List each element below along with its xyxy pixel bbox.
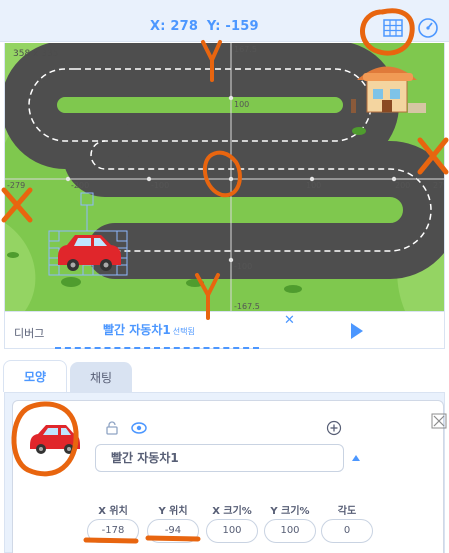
close-icon[interactable]: ✕ xyxy=(284,313,295,328)
debug-sprite-name: 빨간 자동차1 선택됨 xyxy=(103,323,195,337)
debug-sprite-tab[interactable]: 빨간 자동차1 선택됨 ✕ xyxy=(55,312,295,349)
stage-topbar: X: 278 Y: -159 xyxy=(0,0,449,42)
axis-label-x-200: 200 xyxy=(395,181,411,190)
axis-label-x-right: 279 xyxy=(433,181,444,190)
play-icon[interactable] xyxy=(351,323,363,339)
axis-label-y-top: 167.5 xyxy=(234,45,257,54)
rotation-input[interactable]: 0 xyxy=(321,519,373,543)
unlock-icon[interactable] xyxy=(105,421,119,435)
y-scale-input[interactable]: 100 xyxy=(264,519,316,543)
y-position-input[interactable]: -94 xyxy=(147,519,199,543)
axis-label-x-neg100: -100 xyxy=(151,181,170,190)
object-tabs: 모양 채팅 xyxy=(0,360,449,392)
speed-gauge-icon[interactable] xyxy=(416,16,440,40)
rotation-label: 각도 xyxy=(337,506,357,517)
chevron-up-icon[interactable] xyxy=(352,455,360,461)
grid-icon[interactable] xyxy=(381,17,405,39)
x-position-input[interactable]: -178 xyxy=(87,519,139,543)
x-scale-label: X 크기% xyxy=(212,506,252,517)
tab-shape[interactable]: 모양 xyxy=(3,360,67,392)
object-name-input[interactable]: 빨간 자동차1 xyxy=(95,444,344,472)
add-icon[interactable] xyxy=(326,420,342,436)
axis-label-y-neg100: -100 xyxy=(234,262,253,271)
y-scale-label: Y 크기% xyxy=(270,506,310,517)
x-scale-input[interactable]: 100 xyxy=(206,519,258,543)
tab-chat[interactable]: 채팅 xyxy=(70,362,132,392)
stage-canvas[interactable]: 358 x 335 167.5 100 0 -100 -167.5 -200 -… xyxy=(4,43,445,311)
stage-scene xyxy=(5,43,444,311)
x-position-label: X 위치 xyxy=(98,506,128,517)
car-thumbnail[interactable] xyxy=(26,417,82,457)
axis-label-x-neg200: -200 xyxy=(71,181,90,190)
axis-label-x-left: -279 xyxy=(7,181,26,190)
axis-label-x-100: 100 xyxy=(306,181,322,190)
stage-size-label: 358 x 335 xyxy=(13,49,59,59)
axis-label-y-bottom: -167.5 xyxy=(234,302,260,311)
eye-icon[interactable] xyxy=(131,420,147,436)
axis-label-y-0: 0 xyxy=(234,181,240,190)
delete-icon[interactable] xyxy=(431,413,447,429)
debug-bar: 디버그 빨간 자동차1 선택됨 ✕ xyxy=(4,311,445,349)
axis-label-y-100: 100 xyxy=(234,100,250,109)
object-card: 빨간 자동차1 X 위치 Y 위치 X 크기% Y 크기% 각도 -178 -9… xyxy=(12,400,447,553)
debug-tab[interactable]: 디버그 xyxy=(14,325,44,341)
y-position-label: Y 위치 xyxy=(158,506,188,517)
coord-x: X: 278 xyxy=(150,19,199,34)
object-panel: 빨간 자동차1 X 위치 Y 위치 X 크기% Y 크기% 각도 -178 -9… xyxy=(4,392,447,553)
coord-y: Y: -159 xyxy=(206,19,259,34)
mouse-coordinates: X: 278 Y: -159 xyxy=(150,19,263,34)
